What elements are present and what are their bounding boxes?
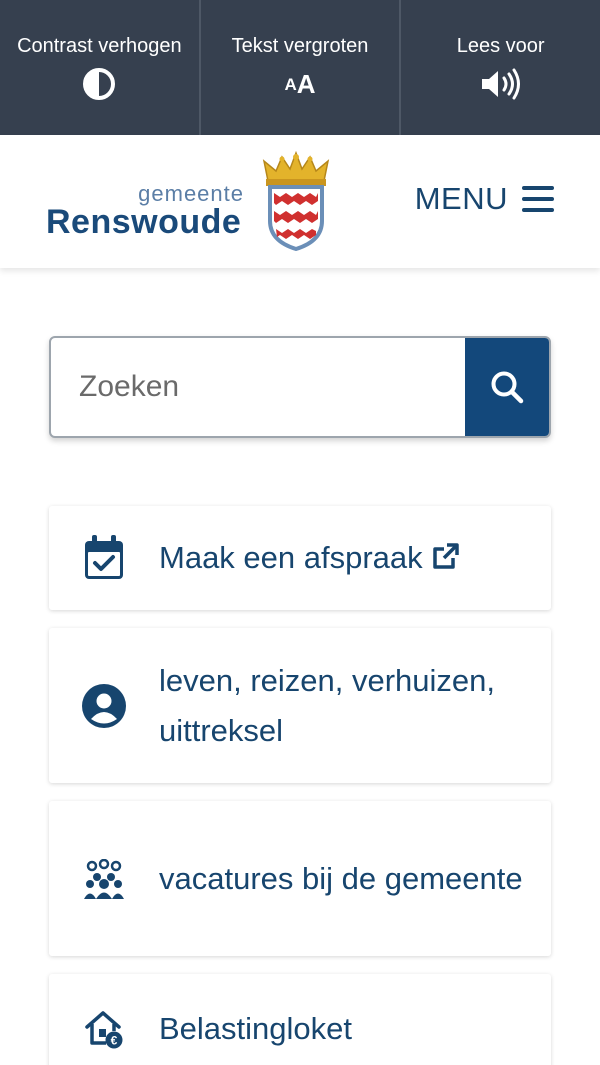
read-aloud-label: Lees voor [456, 35, 545, 57]
search-bar [49, 336, 551, 438]
svg-text:€: € [111, 1034, 118, 1048]
house-euro-icon: € [49, 1009, 159, 1049]
text-size-toggle[interactable]: Tekst vergroten AA [198, 0, 400, 135]
tile-civil-affairs-label: leven, reizen, verhuizen, uittreksel [159, 662, 496, 748]
crest-icon [262, 151, 330, 251]
tile-tax-office[interactable]: € Belastingloket [49, 974, 551, 1065]
site-header: gemeente Renswoude MENU [0, 135, 600, 268]
tile-appointment[interactable]: Maak een afspraak [49, 506, 551, 610]
text-size-icon: AA [284, 69, 316, 99]
speaker-icon [479, 66, 523, 102]
accessibility-bar: Contrast verhogen Tekst vergroten AA Lee… [0, 0, 600, 135]
external-link-icon [432, 543, 459, 569]
tile-vacancies[interactable]: vacatures bij de gemeente [49, 801, 551, 956]
read-aloud-toggle[interactable]: Lees voor [399, 0, 600, 135]
menu-label: MENU [414, 181, 508, 216]
site-logo[interactable]: gemeente Renswoude [46, 151, 336, 251]
hamburger-icon [522, 186, 554, 212]
user-circle-icon [49, 683, 159, 728]
tile-civil-affairs[interactable]: leven, reizen, verhuizen, uittreksel [49, 628, 551, 783]
tile-tax-office-label: Belastingloket [159, 1011, 353, 1046]
tile-appointment-label: Maak een afspraak [159, 540, 423, 575]
contrast-icon [82, 66, 116, 102]
contrast-toggle[interactable]: Contrast verhogen [0, 0, 199, 135]
logo-title: Renswoude [46, 203, 242, 241]
calendar-check-icon [49, 535, 159, 581]
quick-links: Maak een afspraak leven, reizen, verhuiz… [49, 506, 551, 1065]
menu-button[interactable]: MENU [415, 181, 554, 217]
contrast-label: Contrast verhogen [17, 35, 182, 57]
search-button[interactable] [465, 338, 549, 436]
text-size-label: Tekst vergroten [231, 35, 369, 57]
people-group-icon [49, 858, 159, 899]
search-icon [491, 371, 524, 404]
search-input[interactable] [51, 338, 465, 436]
tile-vacancies-label: vacatures bij de gemeente [159, 860, 523, 896]
